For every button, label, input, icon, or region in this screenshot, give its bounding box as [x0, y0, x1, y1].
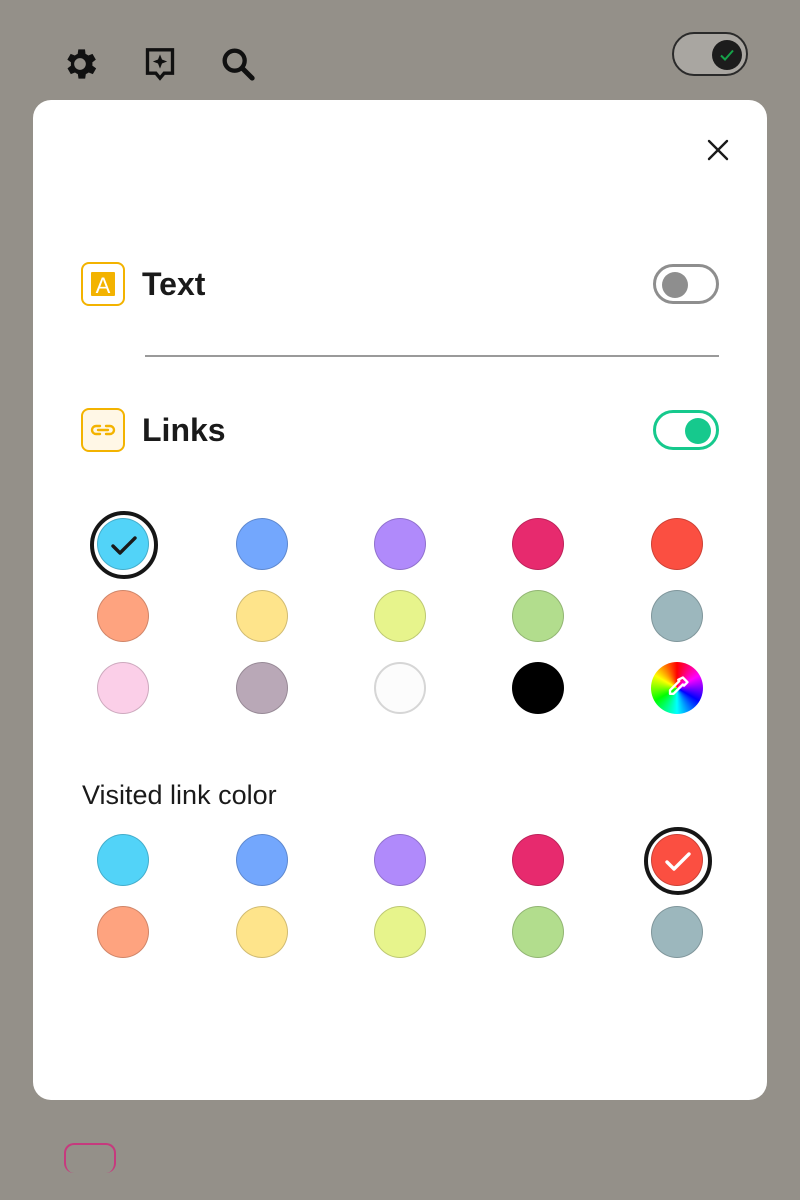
color-picker-icon[interactable] — [651, 662, 703, 714]
link-color-swatch[interactable] — [374, 662, 426, 714]
link-color-swatch[interactable] — [236, 590, 288, 642]
visited-color-swatch[interactable] — [236, 834, 288, 886]
gear-icon[interactable] — [60, 44, 100, 84]
link-color-swatch[interactable] — [651, 518, 703, 570]
color-settings-dialog: A Text Links Visited link color — [33, 100, 767, 1100]
text-row: A Text — [81, 262, 719, 308]
toggle-knob — [662, 272, 688, 298]
checkmark-icon — [111, 536, 137, 555]
link-icon — [81, 408, 125, 452]
visited-color-swatch[interactable] — [97, 834, 149, 886]
visited-color-swatch[interactable] — [236, 906, 288, 958]
link-color-swatch[interactable] — [236, 662, 288, 714]
link-color-swatch[interactable] — [374, 518, 426, 570]
background-pill — [64, 1143, 116, 1173]
links-row: Links — [81, 408, 719, 454]
text-toggle[interactable] — [653, 264, 719, 304]
visited-color-swatch[interactable] — [512, 834, 564, 886]
link-color-swatch[interactable] — [512, 662, 564, 714]
checkmark-icon — [665, 852, 691, 871]
dark-mode-toggle[interactable] — [672, 32, 748, 76]
links-label: Links — [142, 412, 226, 448]
visited-color-swatch[interactable] — [651, 906, 703, 958]
visited-color-swatch[interactable] — [374, 834, 426, 886]
link-color-swatch[interactable] — [374, 590, 426, 642]
link-color-swatch[interactable] — [236, 518, 288, 570]
svg-text:A: A — [96, 273, 111, 298]
visited-color-swatch[interactable] — [644, 827, 712, 895]
divider — [145, 355, 719, 357]
visited-link-color-label: Visited link color — [82, 780, 277, 810]
close-icon[interactable] — [703, 130, 733, 166]
text-A-icon: A — [81, 262, 125, 306]
visited-color-swatch[interactable] — [512, 906, 564, 958]
visited-color-swatch[interactable] — [374, 906, 426, 958]
text-label: Text — [142, 266, 206, 302]
link-color-swatch[interactable] — [90, 511, 158, 579]
toggle-knob — [685, 418, 711, 444]
sparkle-bubble-icon[interactable] — [140, 44, 180, 84]
visited-color-swatch[interactable] — [97, 906, 149, 958]
toggle-knob — [712, 40, 742, 70]
link-color-swatch[interactable] — [97, 590, 149, 642]
links-toggle[interactable] — [653, 410, 719, 450]
link-color-swatch[interactable] — [512, 590, 564, 642]
search-icon[interactable] — [218, 44, 258, 84]
link-color-swatch[interactable] — [512, 518, 564, 570]
link-color-swatch[interactable] — [651, 590, 703, 642]
link-color-swatch[interactable] — [97, 662, 149, 714]
